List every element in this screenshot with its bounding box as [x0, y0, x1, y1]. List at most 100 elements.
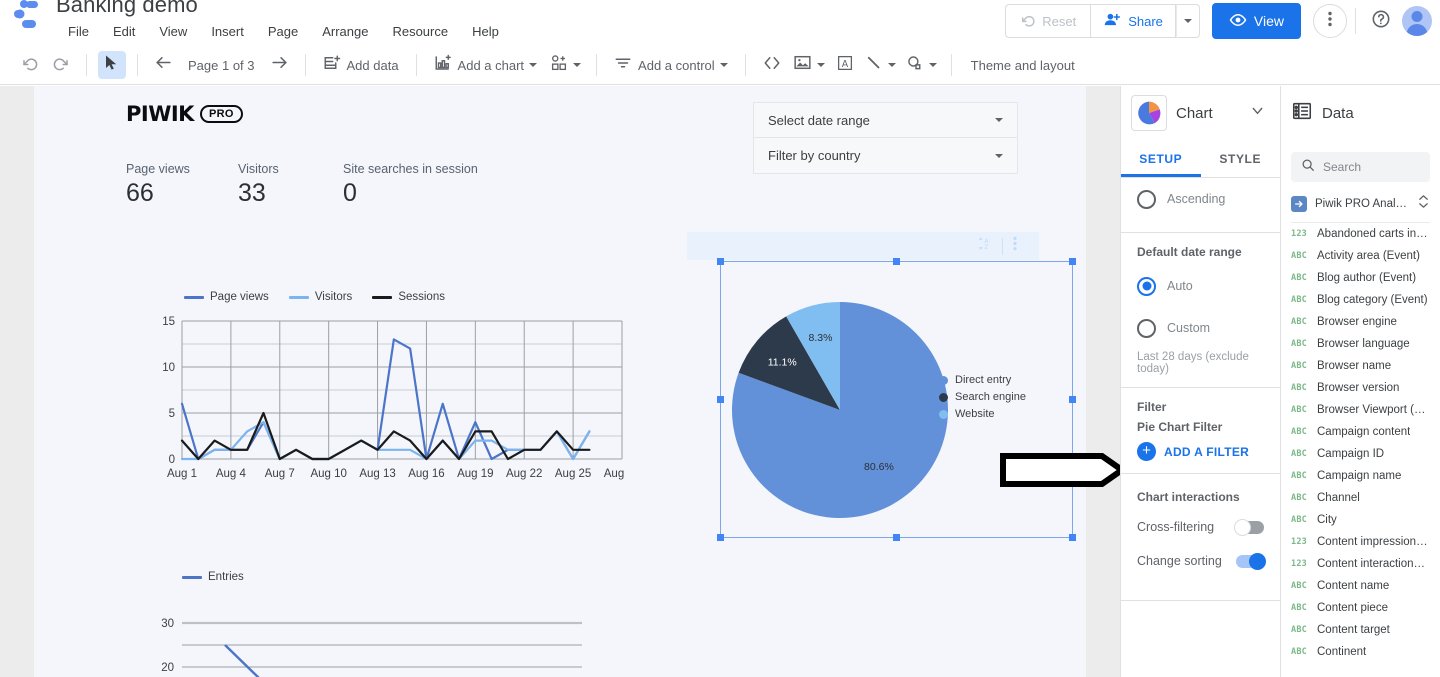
field-row[interactable]: ABC Browser name — [1291, 355, 1430, 377]
scorecard-site-searches[interactable]: Site searches in session 0 — [343, 162, 523, 208]
legend-item-website[interactable]: Website — [939, 406, 1026, 423]
properties-panel-header[interactable]: Chart — [1121, 86, 1280, 140]
redo-button[interactable] — [47, 51, 75, 79]
pie-chart-block[interactable]: A Z 80.6% 11.1% 8.3% Direct entry Search… — [687, 232, 1076, 542]
legend-item-entries[interactable]: Entries — [182, 571, 244, 583]
undo-button[interactable] — [16, 51, 44, 79]
field-row[interactable]: ABC Blog category (Event) — [1291, 289, 1430, 311]
share-button[interactable]: Share — [1090, 4, 1176, 38]
field-row[interactable]: 123 Content interactions i... — [1291, 553, 1430, 575]
cross-filtering-row[interactable]: Cross-filtering — [1121, 510, 1280, 544]
more-options-button[interactable] — [1313, 4, 1347, 38]
field-row[interactable]: ABC Activity area (Event) — [1291, 245, 1430, 267]
menu-page[interactable]: Page — [256, 21, 310, 42]
resize-handle-n[interactable] — [893, 258, 900, 265]
search-input[interactable]: Search — [1291, 152, 1430, 182]
next-page-button[interactable] — [266, 51, 294, 79]
entries-chart[interactable]: Entries 30 20 — [134, 571, 594, 677]
legend-item-search-engine[interactable]: Search engine — [939, 389, 1026, 406]
document-title[interactable]: Banking demo — [56, 0, 198, 18]
help-button[interactable] — [1364, 4, 1398, 38]
add-a-filter-button[interactable]: + ADD A FILTER — [1121, 440, 1280, 473]
resize-handle-e[interactable] — [1069, 396, 1076, 403]
view-button[interactable]: View — [1211, 3, 1301, 39]
add-chart-button[interactable]: Add a chart — [428, 51, 544, 79]
date-range-control[interactable]: Select date range — [753, 102, 1018, 138]
redo-icon — [52, 54, 70, 77]
field-list[interactable]: 123 Abandoned carts in s... ABC Activity ar… — [1291, 222, 1430, 663]
canvas-area[interactable]: PIWIK PRO Page views 66 Visitors 33 Site… — [0, 86, 1120, 677]
scorecard-page-views[interactable]: Page views 66 — [126, 162, 238, 208]
insert-line-button[interactable] — [862, 51, 899, 79]
field-row[interactable]: ABC Campaign content — [1291, 421, 1430, 443]
sort-az-icon[interactable]: A Z — [967, 236, 1002, 256]
legend-item-page-views[interactable]: Page views — [184, 291, 269, 303]
scorecard-visitors[interactable]: Visitors 33 — [238, 162, 343, 208]
radio-custom[interactable] — [1137, 318, 1156, 338]
field-row[interactable]: ABC Browser Viewport (Se... — [1291, 399, 1430, 421]
chevron-down-icon[interactable] — [1249, 102, 1266, 124]
field-row[interactable]: ABC Content piece — [1291, 597, 1430, 619]
field-row[interactable]: ABC Continent — [1291, 641, 1430, 663]
cross-filtering-toggle[interactable] — [1234, 518, 1264, 536]
resize-handle-nw[interactable] — [717, 258, 724, 265]
legend-item-direct-entry[interactable]: Direct entry — [939, 372, 1026, 389]
menu-view[interactable]: View — [147, 21, 199, 42]
page-indicator[interactable]: Page 1 of 3 — [180, 58, 263, 73]
date-range-auto-option[interactable]: Auto — [1121, 265, 1280, 307]
field-row[interactable]: ABC Content target — [1291, 619, 1430, 641]
date-range-custom-option[interactable]: Custom — [1121, 307, 1280, 349]
legend-item-visitors[interactable]: Visitors — [288, 291, 352, 303]
menu-arrange[interactable]: Arrange — [310, 21, 380, 42]
theme-and-layout-button[interactable]: Theme and layout — [971, 58, 1075, 73]
change-sorting-toggle[interactable] — [1236, 552, 1266, 570]
insert-text-button[interactable]: A — [831, 51, 859, 79]
resize-handle-s[interactable] — [893, 534, 900, 541]
report-page[interactable]: PIWIK PRO Page views 66 Visitors 33 Site… — [34, 86, 1086, 677]
insert-shape-button[interactable] — [902, 51, 940, 79]
sort-ascending-option[interactable]: Ascending — [1121, 178, 1280, 220]
radio-ascending[interactable] — [1137, 189, 1156, 209]
select-tool-button[interactable] — [98, 51, 126, 79]
insert-image-button[interactable] — [790, 51, 828, 79]
field-row[interactable]: ABC Channel — [1291, 487, 1430, 509]
menu-insert[interactable]: Insert — [199, 21, 256, 42]
field-row[interactable]: 123 Abandoned carts in s... — [1291, 223, 1430, 245]
share-dropdown-button[interactable] — [1175, 4, 1200, 38]
country-filter-control[interactable]: Filter by country — [753, 138, 1018, 174]
embed-url-button[interactable] — [757, 51, 787, 79]
reset-button[interactable]: Reset — [1005, 4, 1091, 38]
community-viz-button[interactable] — [546, 51, 585, 79]
data-source-row[interactable]: Piwik PRO Analyti... — [1281, 188, 1440, 222]
resize-handle-w[interactable] — [717, 396, 724, 403]
prev-page-button[interactable] — [149, 51, 177, 79]
menu-resource[interactable]: Resource — [380, 21, 460, 42]
tab-style[interactable]: STYLE — [1201, 140, 1281, 177]
menu-file[interactable]: File — [56, 21, 101, 42]
pie-chart-icon[interactable] — [1131, 95, 1167, 131]
field-row[interactable]: ABC Browser version — [1291, 377, 1430, 399]
resize-handle-ne[interactable] — [1069, 258, 1076, 265]
field-row[interactable]: 123 Content impressions ... — [1291, 531, 1430, 553]
collapse-icon[interactable] — [1417, 194, 1430, 214]
legend-item-sessions[interactable]: Sessions — [372, 291, 445, 303]
resize-handle-sw[interactable] — [717, 534, 724, 541]
add-control-button[interactable]: Add a control — [608, 51, 734, 79]
menu-edit[interactable]: Edit — [101, 21, 147, 42]
tab-setup[interactable]: SETUP — [1121, 140, 1201, 177]
change-sorting-row[interactable]: Change sorting — [1121, 544, 1280, 578]
time-series-chart[interactable]: Page views Visitors Sessions 0 5 10 15 Aug 1… — [134, 291, 624, 501]
field-row[interactable]: ABC Content name — [1291, 575, 1430, 597]
resize-handle-se[interactable] — [1069, 534, 1076, 541]
field-row[interactable]: ABC Browser engine — [1291, 311, 1430, 333]
more-vert-icon[interactable] — [1003, 236, 1027, 256]
field-row[interactable]: ABC Campaign ID — [1291, 443, 1430, 465]
field-row[interactable]: ABC Browser language — [1291, 333, 1430, 355]
field-row[interactable]: ABC Campaign name — [1291, 465, 1430, 487]
menu-help[interactable]: Help — [460, 21, 511, 42]
field-row[interactable]: ABC City — [1291, 509, 1430, 531]
avatar[interactable] — [1402, 6, 1432, 36]
radio-auto[interactable] — [1137, 276, 1156, 296]
add-data-button[interactable]: Add data — [317, 51, 405, 79]
field-row[interactable]: ABC Blog author (Event) — [1291, 267, 1430, 289]
